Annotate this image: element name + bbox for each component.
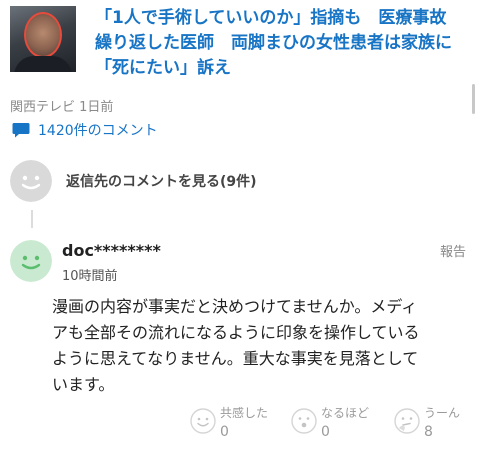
reaction-count: 0 [220,424,229,440]
comment-body-line: ように思えてなりません。重大な事実を見落として [52,349,419,368]
article-title[interactable]: 「1人で手術していいのか」指摘も 医療事故 繰り返した医師 両脚まひの女性患者は… [95,6,471,81]
reaction-count: 8 [424,424,433,440]
reaction-label: うーん [424,406,461,420]
comment-bubble-icon [12,123,30,138]
comment-username[interactable]: doc******** [62,241,161,260]
article-title-line: 「1人で手術していいのか」指摘も 医療事故 [95,8,447,28]
scrollbar[interactable] [472,84,475,114]
comment-timestamp: 10時間前 [62,269,118,284]
reaction-bar: 共感した 0 なるほど 0 うーん 8 [0,404,480,454]
reply-link[interactable]: 返信先のコメントを見る(9件) [10,160,257,202]
reply-link-label: 返信先のコメントを見る(9件) [66,174,257,190]
comment-body: 漫画の内容が事実だと決めつけてませんか。メディ アも全部その流れになるように印象… [52,294,468,398]
smile-icon [190,408,216,434]
comment-count-label: 1420件のコメント [38,123,158,139]
blurred-face [24,12,62,58]
comment-body-line: 漫画の内容が事実だと決めつけてませんか。メディ [52,297,418,316]
thinking-icon [394,408,420,434]
comments-link[interactable]: 1420件のコメント [12,120,158,140]
article-source: 関西テレビ 1日前 [10,100,114,115]
report-button[interactable]: 報告 [440,241,466,260]
reaction-insight-button[interactable]: なるほど 0 [291,404,381,450]
reaction-label: なるほど [321,406,370,420]
article-header[interactable]: 「1人で手術していいのか」指摘も 医療事故 繰り返した医師 両脚まひの女性患者は… [0,0,480,115]
reaction-label: 共感した [220,406,269,420]
comment-body-line: アも全部その流れになるように印象を操作している [52,323,420,342]
surprised-icon [291,408,317,434]
comment-body-line: います。 [52,375,115,394]
thread-connector [31,210,33,228]
reaction-hmm-button[interactable]: うーん 8 [394,404,480,450]
article-thumbnail[interactable] [10,6,76,72]
avatar-gray-icon [10,160,52,202]
reaction-empathy-button[interactable]: 共感した 0 [190,404,280,450]
reaction-count: 0 [321,424,330,440]
article-title-line: 「死にたい」訴え [95,58,231,78]
avatar-green-icon[interactable] [10,240,52,282]
article-title-line: 繰り返した医師 両脚まひの女性患者は家族に [95,33,452,53]
